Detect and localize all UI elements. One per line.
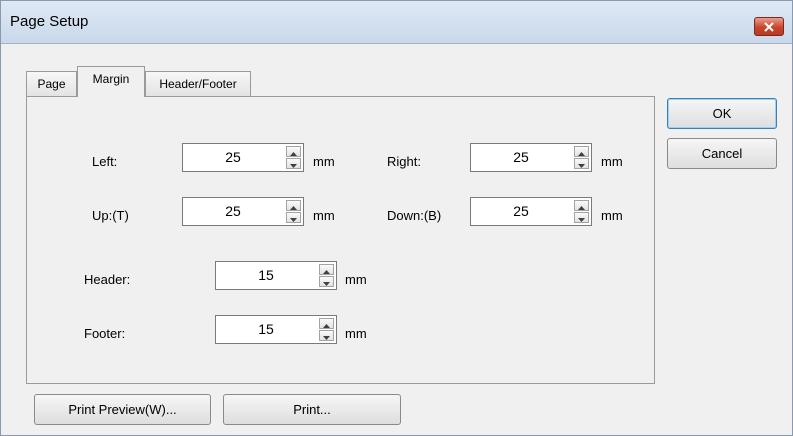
down-unit: mm — [601, 208, 623, 223]
tab-header-footer[interactable]: Header/Footer — [145, 71, 251, 96]
arrow-down-icon — [323, 328, 330, 343]
down-label: Down:(B) — [387, 208, 442, 223]
header-spin-down-button[interactable] — [319, 276, 334, 287]
print-preview-button[interactable]: Print Preview(W)... — [34, 394, 211, 425]
down-margin-value[interactable]: 25 — [471, 203, 571, 219]
footer-margin-spinner[interactable]: 15 — [215, 315, 337, 344]
header-label: Header: — [84, 272, 131, 287]
left-unit: mm — [313, 154, 335, 169]
footer-label: Footer: — [84, 326, 126, 341]
dialog-title: Page Setup — [10, 13, 89, 30]
arrow-down-icon — [290, 210, 297, 225]
arrow-down-icon — [323, 274, 330, 289]
left-margin-spinner[interactable]: 25 — [182, 143, 304, 172]
right-spin-down-button[interactable] — [574, 158, 589, 169]
down-spin-down-button[interactable] — [574, 212, 589, 223]
header-margin-spinner[interactable]: 15 — [215, 261, 337, 290]
close-button[interactable] — [754, 17, 784, 36]
margin-panel: Left: 25 mm Right: 25 mm Up:(T) 25 mm Do… — [26, 96, 655, 384]
up-label: Up:(T) — [92, 208, 129, 223]
up-unit: mm — [313, 208, 335, 223]
up-margin-value[interactable]: 25 — [183, 203, 283, 219]
cancel-button[interactable]: Cancel — [667, 138, 777, 169]
up-margin-spinner[interactable]: 25 — [182, 197, 304, 226]
footer-margin-value[interactable]: 15 — [216, 321, 316, 337]
tab-page[interactable]: Page — [26, 71, 77, 96]
header-margin-value[interactable]: 15 — [216, 267, 316, 283]
ok-button[interactable]: OK — [667, 98, 777, 129]
right-label: Right: — [387, 154, 421, 169]
arrow-down-icon — [578, 210, 585, 225]
tab-margin[interactable]: Margin — [77, 66, 145, 97]
right-margin-value[interactable]: 25 — [471, 149, 571, 165]
close-icon — [764, 21, 774, 32]
print-button[interactable]: Print... — [223, 394, 401, 425]
left-margin-value[interactable]: 25 — [183, 149, 283, 165]
footer-spin-down-button[interactable] — [319, 330, 334, 341]
left-label: Left: — [92, 154, 118, 169]
right-unit: mm — [601, 154, 623, 169]
title-bar: Page Setup — [1, 1, 792, 44]
page-setup-dialog: Page Setup Page Margin Header/Footer Lef… — [0, 0, 793, 436]
arrow-down-icon — [290, 156, 297, 171]
header-unit: mm — [345, 272, 367, 287]
left-spin-down-button[interactable] — [286, 158, 301, 169]
up-spin-down-button[interactable] — [286, 212, 301, 223]
down-margin-spinner[interactable]: 25 — [470, 197, 592, 226]
arrow-down-icon — [578, 156, 585, 171]
right-margin-spinner[interactable]: 25 — [470, 143, 592, 172]
footer-unit: mm — [345, 326, 367, 341]
